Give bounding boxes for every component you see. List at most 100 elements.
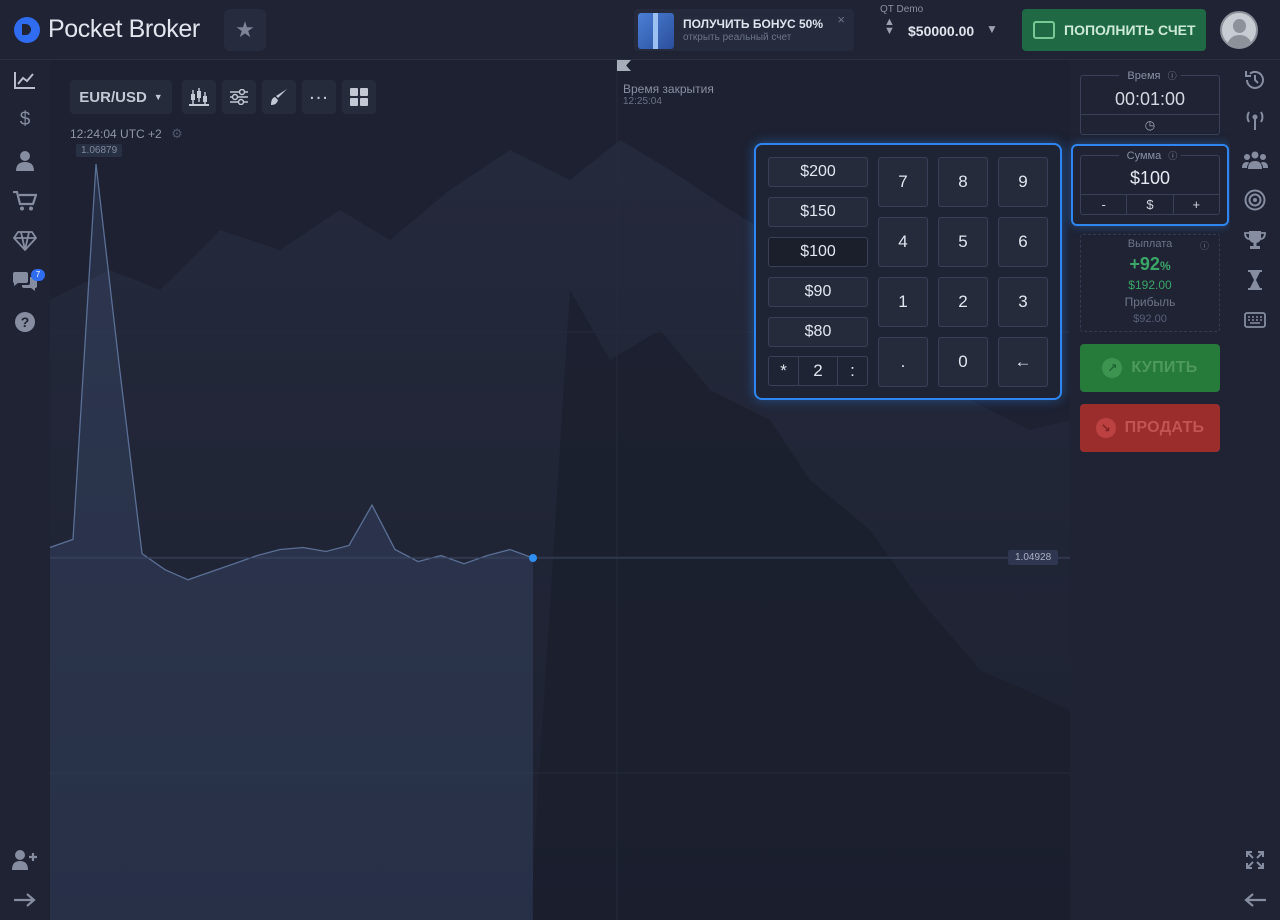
clock-icon[interactable]: ◷ bbox=[1081, 114, 1219, 134]
more-button[interactable]: ... bbox=[302, 80, 336, 114]
history-icon[interactable] bbox=[1230, 65, 1280, 95]
caret-down-icon: ▼ bbox=[153, 92, 163, 102]
target-icon[interactable] bbox=[1230, 185, 1280, 215]
profit-label: Прибыль bbox=[1124, 295, 1176, 309]
drawing-button[interactable] bbox=[262, 80, 296, 114]
bonus-subtitle: открыть реальный счет bbox=[683, 32, 792, 43]
payout-label: Выплата bbox=[1127, 238, 1173, 250]
chart-toolbar: EUR/USD ▼ ... bbox=[70, 80, 376, 114]
current-price-label: 1.04928 bbox=[1008, 550, 1059, 565]
sell-button[interactable]: ↘ ПРОДАТЬ bbox=[1080, 404, 1220, 452]
time-value[interactable]: 00:01:00 bbox=[1081, 89, 1219, 110]
keyboard-icon[interactable] bbox=[1230, 305, 1280, 335]
chart-type-button[interactable] bbox=[182, 80, 216, 114]
top-header: Pocket Broker ★ ПОЛУЧИТЬ БОНУС 50% откры… bbox=[0, 0, 1280, 60]
help-icon[interactable]: ⓘ bbox=[1200, 239, 1209, 252]
svg-text:?: ? bbox=[21, 314, 30, 330]
currency-toggle-button[interactable]: $ bbox=[1126, 195, 1172, 214]
price-area bbox=[50, 164, 533, 920]
chat-icon[interactable]: 7 bbox=[0, 267, 50, 297]
collapse-arrow-icon[interactable] bbox=[1230, 885, 1280, 915]
key-5[interactable]: 5 bbox=[938, 217, 988, 267]
help-icon[interactable]: ? bbox=[0, 307, 50, 337]
close-time-value: 12:25:04 bbox=[623, 96, 662, 107]
add-user-icon[interactable] bbox=[0, 845, 50, 875]
left-sidebar: $ 7 ? bbox=[0, 60, 50, 920]
gift-icon bbox=[638, 13, 674, 49]
logout-arrow-icon[interactable] bbox=[0, 885, 50, 915]
avatar[interactable] bbox=[1220, 11, 1258, 49]
payout-percent: +92% bbox=[1129, 254, 1171, 274]
key-2[interactable]: 2 bbox=[938, 277, 988, 327]
preset-button[interactable]: $90 bbox=[768, 277, 868, 307]
key-9[interactable]: 9 bbox=[998, 157, 1048, 207]
key-decimal[interactable]: . bbox=[878, 337, 928, 387]
sliders-icon bbox=[230, 89, 248, 105]
amount-selector: Сумма ⓘ $100 - $ + bbox=[1071, 144, 1229, 226]
dollar-icon[interactable]: $ bbox=[0, 105, 50, 135]
amount-label: Сумма bbox=[1122, 150, 1166, 162]
amount-increase-button[interactable]: + bbox=[1172, 195, 1219, 214]
price-high-label: 1.06879 bbox=[76, 144, 123, 157]
deposit-button[interactable]: ПОПОЛНИТЬ СЧЕТ bbox=[1022, 9, 1206, 51]
payout-info: Выплата ⓘ +92% $192.00 Прибыль $92.00 bbox=[1080, 234, 1220, 332]
asset-selector[interactable]: EUR/USD ▼ bbox=[70, 80, 172, 114]
hourglass-icon[interactable] bbox=[1230, 265, 1280, 295]
sort-arrows-icon: ▲ ▼ bbox=[884, 16, 895, 37]
preset-button[interactable]: $80 bbox=[768, 317, 868, 347]
multiply-button[interactable]: * bbox=[769, 357, 798, 385]
wallet-icon bbox=[1033, 21, 1055, 39]
deposit-label: ПОПОЛНИТЬ СЧЕТ bbox=[1064, 22, 1196, 38]
amount-decrease-button[interactable]: - bbox=[1081, 195, 1126, 214]
indicators-button[interactable] bbox=[222, 80, 256, 114]
preset-button[interactable]: $200 bbox=[768, 157, 868, 187]
multiplier-value[interactable]: 2 bbox=[798, 357, 838, 385]
time-selector[interactable]: Время ⓘ 00:01:00 ◷ bbox=[1080, 70, 1220, 135]
help-icon[interactable]: ⓘ bbox=[1167, 71, 1177, 81]
arrow-down-right-icon: ↘ bbox=[1095, 418, 1116, 438]
payout-amount: $192.00 bbox=[1128, 278, 1172, 292]
trade-panel: Время ⓘ 00:01:00 ◷ Сумма ⓘ $100 - $ + Вы… bbox=[1070, 60, 1230, 920]
asset-label: EUR/USD bbox=[79, 88, 147, 106]
help-icon[interactable]: ⓘ bbox=[1168, 151, 1178, 161]
signal-icon[interactable] bbox=[1230, 105, 1280, 135]
close-icon[interactable]: × bbox=[837, 12, 845, 27]
key-3[interactable]: 3 bbox=[998, 277, 1048, 327]
buy-button[interactable]: ↗ КУПИТЬ bbox=[1080, 344, 1220, 392]
multiplier-control: * 2 : bbox=[768, 356, 868, 386]
profit-amount: $92.00 bbox=[1133, 313, 1167, 325]
diamond-icon[interactable] bbox=[0, 226, 50, 256]
social-trading-icon[interactable] bbox=[1230, 145, 1280, 175]
current-price-dot bbox=[529, 554, 537, 562]
more-dots-icon: ... bbox=[309, 81, 329, 104]
preset-button[interactable]: $150 bbox=[768, 197, 868, 227]
logo-icon bbox=[14, 16, 40, 43]
chart-line-icon[interactable] bbox=[0, 65, 50, 95]
preset-button[interactable]: $100 bbox=[768, 237, 868, 267]
account-type-label: QT Demo bbox=[880, 4, 924, 15]
fullscreen-icon[interactable] bbox=[1230, 845, 1280, 875]
account-selector[interactable]: QT Demo ▲ ▼ $50000.00 ▼ bbox=[870, 4, 1010, 54]
favorites-button[interactable]: ★ bbox=[224, 9, 266, 51]
key-8[interactable]: 8 bbox=[938, 157, 988, 207]
arrow-up-right-icon: ↗ bbox=[1102, 358, 1123, 378]
key-7[interactable]: 7 bbox=[878, 157, 928, 207]
gear-icon[interactable]: ⚙ bbox=[171, 126, 183, 141]
key-4[interactable]: 4 bbox=[878, 217, 928, 267]
key-1[interactable]: 1 bbox=[878, 277, 928, 327]
key-6[interactable]: 6 bbox=[998, 217, 1048, 267]
account-balance: $50000.00 bbox=[908, 23, 975, 39]
bonus-banner[interactable]: ПОЛУЧИТЬ БОНУС 50% открыть реальный счет… bbox=[634, 9, 854, 51]
divide-button[interactable]: : bbox=[838, 357, 867, 385]
layout-button[interactable] bbox=[342, 80, 376, 114]
key-0[interactable]: 0 bbox=[938, 337, 988, 387]
user-icon[interactable] bbox=[0, 146, 50, 176]
chat-badge: 7 bbox=[31, 269, 45, 281]
cart-icon[interactable] bbox=[0, 186, 50, 216]
amount-value[interactable]: $100 bbox=[1081, 168, 1219, 189]
logo[interactable]: Pocket Broker bbox=[14, 15, 200, 44]
key-backspace[interactable]: ← bbox=[998, 337, 1048, 387]
trophy-icon[interactable] bbox=[1230, 225, 1280, 255]
time-label: Время bbox=[1123, 70, 1165, 82]
chevron-down-icon: ▼ bbox=[986, 22, 998, 36]
